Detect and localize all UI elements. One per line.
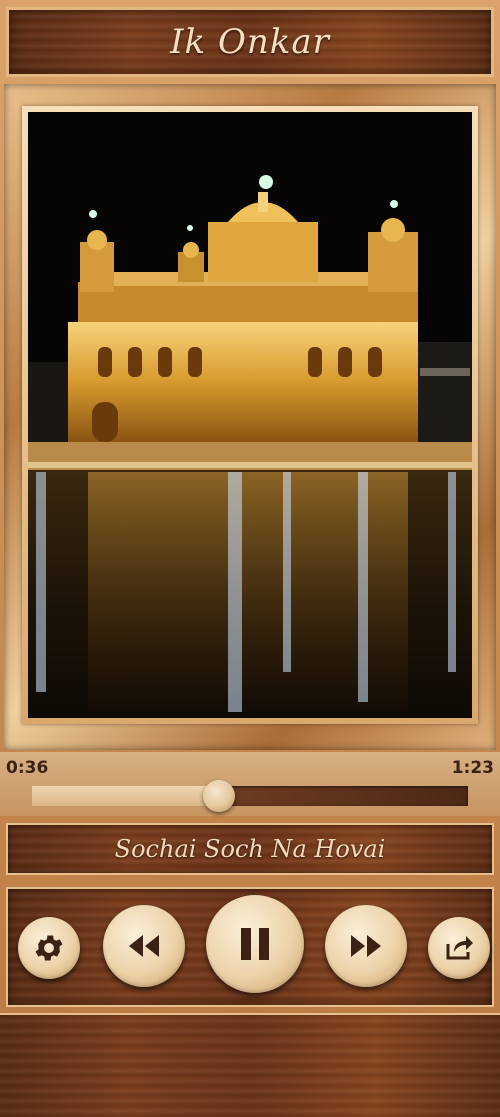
pause-icon (241, 928, 269, 960)
settings-button[interactable] (18, 917, 80, 979)
track-title-bar: Sochai Soch Na Hovai (6, 823, 494, 875)
share-icon (446, 936, 473, 960)
progress-area: 0:36 1:23 (0, 752, 500, 816)
app-title: Ik Onkar (170, 22, 330, 62)
golden-temple-illustration (28, 112, 472, 718)
current-time: 0:36 (6, 758, 49, 778)
pause-button[interactable] (206, 895, 304, 993)
seek-bar[interactable] (32, 780, 468, 812)
fast-forward-icon (351, 935, 381, 957)
artwork-frame-inner (22, 106, 478, 724)
gear-icon (35, 935, 63, 961)
bottom-panel (0, 1013, 500, 1117)
app-header: Ik Onkar (6, 7, 494, 77)
artwork-frame (4, 84, 496, 750)
rewind-icon (129, 935, 159, 957)
player-controls (6, 887, 494, 1007)
track-title: Sochai Soch Na Hovai (114, 835, 386, 863)
seek-bar-thumb[interactable] (203, 780, 236, 812)
golden-temple-image (28, 112, 472, 718)
seek-bar-progress (32, 786, 220, 806)
share-button[interactable] (428, 917, 490, 979)
rewind-button[interactable] (103, 905, 185, 987)
fast-forward-button[interactable] (325, 905, 407, 987)
total-time: 1:23 (451, 758, 494, 778)
